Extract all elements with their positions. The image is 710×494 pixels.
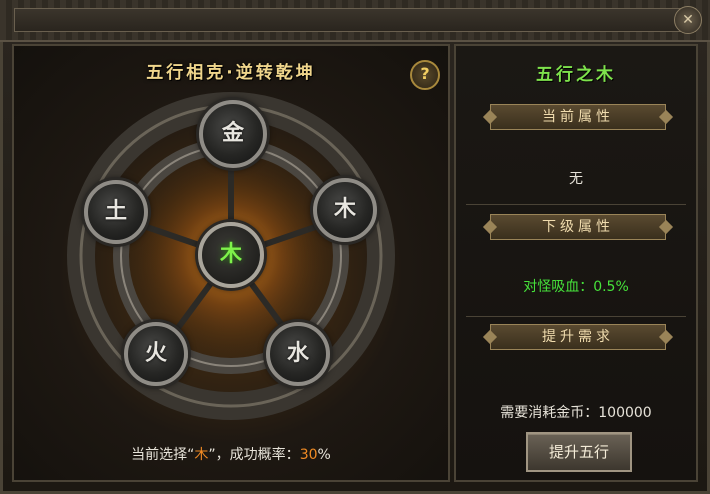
earth-icon: 土 <box>104 199 127 224</box>
status-prefix: 当前选择“ <box>131 447 195 463</box>
metal-icon: 金 <box>221 121 244 146</box>
divider <box>466 204 686 205</box>
current-attr-value: 无 <box>569 171 583 187</box>
close-button[interactable]: ✕ <box>674 6 702 34</box>
status-suffix: % <box>317 447 331 463</box>
help-button[interactable]: ? <box>410 60 440 90</box>
status-element: 木 <box>194 447 209 463</box>
element-node-wood[interactable]: 木 <box>313 178 377 242</box>
fire-icon: 火 <box>144 341 167 366</box>
requirement-header: 提升需求 <box>490 324 666 350</box>
attribute-panel: 五行之木 当前属性 无 下级属性 对怪吸血：0.5% 提升需求 需要消耗金币：1… <box>454 44 698 482</box>
gold-cost-text: 需要消耗金币：100000 <box>500 405 652 421</box>
element-node-water[interactable]: 水 <box>266 322 330 386</box>
wood-icon: 木 <box>333 197 356 222</box>
current-attr-header: 当前属性 <box>490 104 666 130</box>
element-node-metal[interactable]: 金 <box>199 100 267 168</box>
status-middle: ”，成功概率： <box>208 447 300 463</box>
element-node-earth[interactable]: 土 <box>84 180 148 244</box>
divider <box>466 316 686 317</box>
next-attr-value: 对怪吸血：0.5% <box>523 279 629 295</box>
five-elements-panel: 五行相克·逆转乾坤 ? 金 木 水 火 土 木 当前选择“木”，成功概率：30% <box>12 44 450 482</box>
water-icon: 水 <box>286 341 309 366</box>
title-bar <box>0 0 710 42</box>
upgrade-element-button[interactable]: 提升五行 <box>526 432 632 472</box>
status-rate: 30 <box>299 447 318 463</box>
attribute-title: 五行之木 <box>536 65 616 85</box>
next-attr-header: 下级属性 <box>490 214 666 240</box>
element-node-fire[interactable]: 火 <box>124 322 188 386</box>
title-bar-ornament <box>14 8 696 32</box>
panel-title: 五行相克·逆转乾坤 <box>146 63 316 83</box>
element-node-selected-wood[interactable]: 木 <box>198 222 264 288</box>
wood-selected-icon: 木 <box>219 242 242 267</box>
selection-status: 当前选择“木”，成功概率：30% <box>14 444 448 464</box>
